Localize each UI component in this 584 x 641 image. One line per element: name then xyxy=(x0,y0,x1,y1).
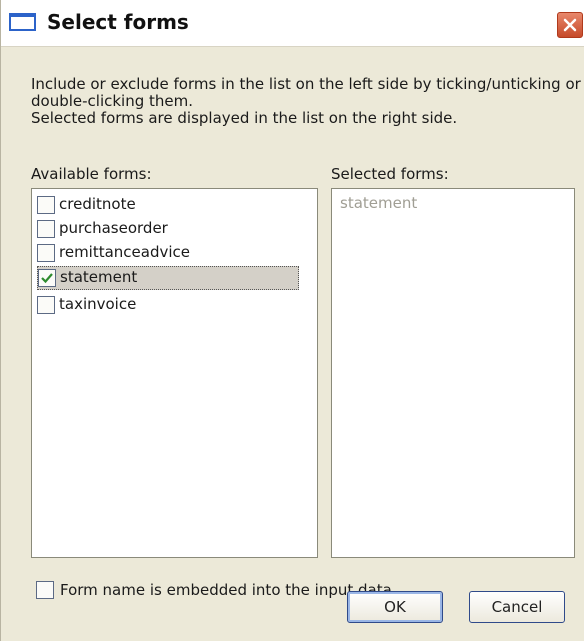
checkbox-checked[interactable] xyxy=(38,269,56,287)
instructions-line-1: Include or exclude forms in the list on … xyxy=(31,75,581,93)
list-item-remittanceadvice[interactable]: remittanceadvice xyxy=(37,242,299,262)
close-icon xyxy=(563,18,577,32)
check-icon xyxy=(41,273,53,284)
title-bar[interactable]: Select forms xyxy=(1,0,584,47)
checkbox[interactable] xyxy=(37,244,55,262)
checkbox[interactable] xyxy=(37,296,55,314)
list-item-label: statement xyxy=(60,268,138,286)
cancel-button[interactable]: Cancel xyxy=(469,591,565,623)
instructions-text: Include or exclude forms in the list on … xyxy=(31,76,581,127)
list-item-statement[interactable]: statement xyxy=(37,266,299,290)
close-button[interactable] xyxy=(557,12,583,38)
select-forms-dialog: Select forms Include or exclude forms in… xyxy=(0,0,584,641)
instructions-line-2: double-clicking them. xyxy=(31,92,194,110)
list-item-taxinvoice[interactable]: taxinvoice xyxy=(37,294,299,314)
list-item-label: creditnote xyxy=(59,195,136,213)
selected-list-item: statement xyxy=(340,194,418,212)
selected-forms-list[interactable]: statement xyxy=(331,188,575,558)
window-title: Select forms xyxy=(47,10,189,34)
window-icon xyxy=(9,13,36,31)
checkbox[interactable] xyxy=(37,196,55,214)
ok-button[interactable]: OK xyxy=(347,591,443,623)
instructions-line-3: Selected forms are displayed in the list… xyxy=(31,109,458,127)
embedded-checkbox[interactable] xyxy=(36,581,54,599)
list-item-creditnote[interactable]: creditnote xyxy=(37,194,299,214)
embedded-option-label: Form name is embedded into the input dat… xyxy=(60,581,392,599)
list-item-label: remittanceadvice xyxy=(59,243,191,261)
selected-forms-label: Selected forms: xyxy=(331,165,449,183)
list-item-label: taxinvoice xyxy=(59,295,137,313)
checkbox[interactable] xyxy=(37,220,55,238)
list-item-label: purchaseorder xyxy=(59,219,168,237)
list-item-purchaseorder[interactable]: purchaseorder xyxy=(37,218,299,238)
available-forms-list[interactable]: creditnote purchaseorder remittanceadvic… xyxy=(31,188,318,558)
available-forms-label: Available forms: xyxy=(31,165,152,183)
